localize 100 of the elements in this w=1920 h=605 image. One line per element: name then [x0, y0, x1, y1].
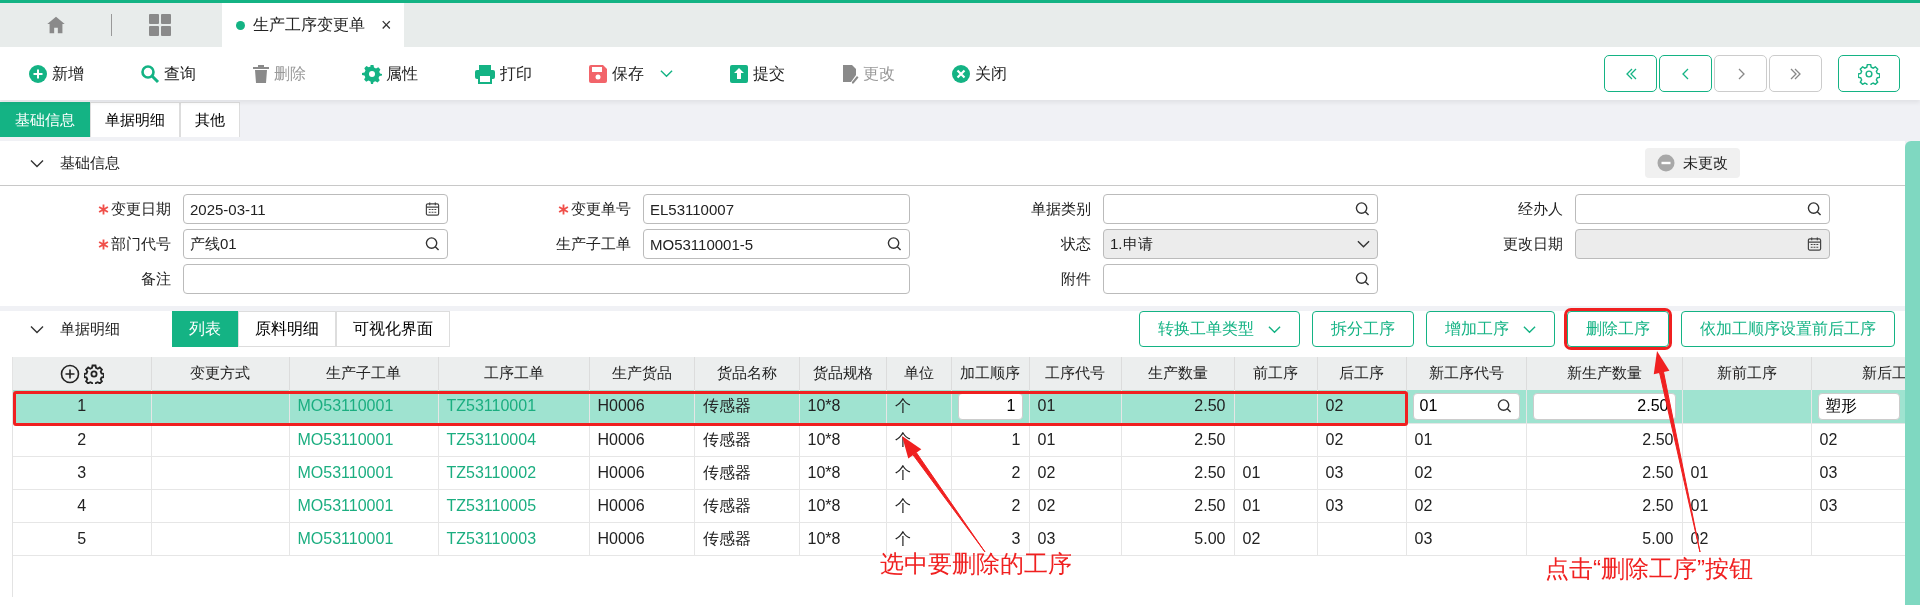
lookup-field[interactable]: MO53110001-5 [643, 229, 910, 259]
field-label: 状态 [1061, 233, 1091, 254]
column-header[interactable]: 新生产数量 [1526, 357, 1682, 390]
calendar-icon[interactable] [425, 201, 440, 217]
input-field[interactable]: 塑形 [1817, 392, 1900, 420]
table-cell: 02 [1406, 456, 1526, 489]
page-tab[interactable]: 其他 [180, 102, 240, 137]
field-label: 经办人 [1518, 198, 1563, 219]
view-tab[interactable]: 可视化界面 [336, 311, 450, 347]
table-cell: 03 [1317, 489, 1406, 522]
lookup-field[interactable]: 01 [1412, 392, 1520, 420]
table-cell: 02 [1029, 489, 1121, 522]
search-icon[interactable] [1496, 398, 1512, 414]
field-label: 生产子工单 [556, 233, 631, 254]
table-cell: 01 [1029, 390, 1121, 423]
toolbar-button[interactable]: 新增 [22, 61, 90, 86]
scrollbar[interactable] [1905, 141, 1920, 605]
column-header[interactable]: 货品名称 [694, 357, 799, 390]
table-cell: 传感器 [694, 489, 799, 522]
chevron-down-icon[interactable] [30, 324, 44, 334]
column-header[interactable]: 前工序 [1234, 357, 1317, 390]
toolbar-button[interactable]: 查询 [134, 61, 202, 86]
toolbar-button[interactable]: 打印 [468, 61, 538, 86]
chevron-down-icon[interactable] [30, 158, 44, 168]
table-cell: 传感器 [694, 423, 799, 456]
printer-icon [474, 63, 496, 84]
table-cell: H0006 [589, 456, 694, 489]
table-cell: 2 [951, 456, 1029, 489]
toolbar-button[interactable]: 属性 [356, 61, 424, 86]
add-row-icon[interactable] [59, 363, 80, 384]
table-cell: 10*8 [799, 423, 886, 456]
column-header[interactable]: 货品规格 [799, 357, 886, 390]
grid-icon[interactable] [148, 13, 172, 37]
table-cell: H0006 [589, 522, 694, 555]
nav-button[interactable] [1659, 55, 1712, 92]
lookup-field[interactable] [1575, 194, 1830, 224]
field-label: 附件 [1061, 268, 1091, 289]
table-cell: 传感器 [694, 390, 799, 423]
lookup-field[interactable]: 产线01 [183, 229, 448, 259]
table-cell: 5 [13, 522, 151, 555]
column-header[interactable]: 新后工 [1811, 357, 1906, 390]
settings-button[interactable] [1838, 55, 1900, 92]
column-header[interactable]: 工序工单 [438, 357, 589, 390]
table-cell: 1 [951, 423, 1029, 456]
search-icon[interactable] [1355, 201, 1370, 217]
column-header[interactable]: 变更方式 [151, 357, 289, 390]
column-header[interactable]: 加工顺序 [951, 357, 1029, 390]
table-row[interactable]: 1 MO53110001 TZ53110001 H0006 传感器 10*8 个 1 01 2.50 02 01 2.50 塑形 [13, 390, 1906, 423]
minus-circle-icon [1657, 154, 1675, 172]
gear-icon[interactable] [83, 363, 104, 384]
table-cell: 2.50 [1121, 390, 1234, 423]
trash-icon [252, 63, 270, 84]
table-cell: 02 [1317, 423, 1406, 456]
close-button[interactable]: × [381, 11, 392, 39]
close-circle-icon [951, 63, 971, 84]
table-cell: 传感器 [694, 456, 799, 489]
table-cell: 01 [1029, 423, 1121, 456]
date-field[interactable]: 2025-03-11 [183, 194, 448, 224]
toolbar-button[interactable]: 关闭 [945, 61, 1013, 86]
toolbar-button[interactable]: 提交 [723, 61, 791, 86]
gear-icon [362, 63, 382, 84]
column-header[interactable]: 生产子工单 [289, 357, 438, 390]
column-header[interactable]: 新前工序 [1682, 357, 1811, 390]
document-tab[interactable]: 生产工序变更单 × [222, 3, 404, 47]
search-icon[interactable] [1807, 201, 1822, 217]
table-cell: H0006 [589, 489, 694, 522]
table-cell: 传感器 [694, 522, 799, 555]
column-header[interactable]: 生产数量 [1121, 357, 1234, 390]
column-header[interactable]: 新工序代号 [1406, 357, 1526, 390]
table-cell: 01 [1234, 456, 1317, 489]
table-cell: 01 [1406, 423, 1526, 456]
input-field[interactable]: 1 [957, 392, 1023, 420]
view-tab[interactable]: 原料明细 [238, 311, 336, 347]
table-cell: 1 [13, 390, 151, 423]
column-header[interactable]: 工序代号 [1029, 357, 1121, 390]
lookup-field[interactable] [1103, 194, 1378, 224]
search-icon[interactable] [425, 236, 440, 252]
table-cell: H0006 [589, 390, 694, 423]
table-cell: 5.00 [1121, 522, 1234, 555]
input-field[interactable] [183, 264, 910, 294]
search-icon[interactable] [887, 236, 902, 252]
table-cell: 2.50 [1526, 489, 1682, 522]
nav-button[interactable] [1604, 55, 1657, 92]
calendar-icon[interactable] [1807, 236, 1822, 252]
section-title: 基础信息 [60, 152, 120, 173]
search-icon[interactable] [1355, 271, 1370, 287]
settings-icon [1858, 62, 1880, 85]
toolbar-button[interactable]: 保存 [582, 61, 679, 86]
column-header[interactable]: 单位 [886, 357, 951, 390]
page-tab[interactable]: 单据明细 [90, 102, 180, 137]
column-header[interactable]: 后工序 [1317, 357, 1406, 390]
input-field[interactable]: 2.50 [1532, 392, 1676, 420]
lookup-field[interactable] [1103, 264, 1378, 294]
home-icon[interactable] [45, 14, 67, 36]
table-cell: 2.50 [1121, 423, 1234, 456]
table-cell: 2.50 [1121, 456, 1234, 489]
column-header[interactable]: 生产货品 [589, 357, 694, 390]
input-field[interactable]: EL53110007 [643, 194, 910, 224]
section-title: 单据明细 [60, 318, 120, 339]
table-cell: 2 [13, 423, 151, 456]
